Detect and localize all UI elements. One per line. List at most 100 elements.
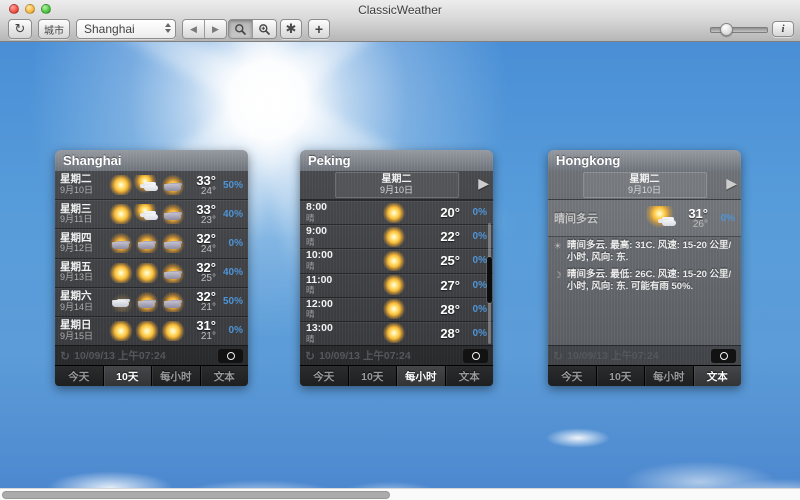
panel-tabbar: 今天 10天 每小时 文本 (548, 365, 741, 386)
hourly-row: 8:00晴 20° 0% (300, 200, 493, 224)
window-title: ClassicWeather (0, 3, 800, 17)
tab-today[interactable]: 今天 (548, 366, 596, 386)
slider-knob[interactable] (720, 23, 733, 36)
horizontal-scrollbar[interactable] (0, 488, 800, 500)
panel-tabbar: 今天 10天 每小时 文本 (300, 365, 493, 386)
day-label: 星期六 (60, 291, 106, 303)
precip-chance: 40% (216, 209, 243, 220)
tab-hourly[interactable]: 每小时 (151, 366, 200, 386)
temp-label: 27° (430, 278, 460, 293)
refresh-icon[interactable]: ↻ (60, 349, 70, 363)
tab-ten-day[interactable]: 10天 (596, 366, 645, 386)
toolbar: ↻ 城市 Shanghai ◀ ▶ ✱ (0, 18, 800, 42)
date-label: 9月15日 (60, 332, 106, 342)
weather-panel-shanghai[interactable]: Shanghai 星期二9月10日 33°24° 50% 星期三9月11日 33… (55, 150, 248, 386)
back-icon: ◀ (190, 24, 197, 35)
popup-stepper-icon (165, 23, 171, 33)
tab-text[interactable]: 文本 (200, 366, 249, 386)
precip-chance: 0% (460, 231, 487, 242)
weather-icon (382, 275, 406, 295)
gear-icon: ✱ (286, 21, 297, 37)
refresh-button[interactable]: ↻ (8, 19, 32, 39)
weather-icon (108, 321, 134, 341)
vertical-scrollbar-thumb[interactable] (487, 257, 492, 303)
zoom-out-button[interactable] (229, 20, 252, 38)
locate-icon (227, 352, 235, 360)
temp-label: 25° (430, 253, 460, 268)
info-button[interactable]: i (772, 21, 794, 37)
last-updated: 10/09/13 上午07:24 (567, 348, 659, 363)
settings-button[interactable]: ✱ (280, 19, 302, 39)
weather-icon (134, 321, 160, 341)
weather-icon (134, 233, 160, 253)
city-select[interactable]: Shanghai (76, 19, 176, 39)
weather-panel-hongkong[interactable]: Hongkong 星期二 9月10日 ▶ 晴间多云 31°26° 0% ☀ 晴间… (548, 150, 741, 386)
horizontal-scrollbar-thumb[interactable] (2, 491, 390, 499)
precip-chance: 0% (460, 207, 487, 218)
high-temp: 33° (188, 174, 216, 187)
hourly-row: 9:00晴 22° 0% (300, 224, 493, 248)
zoom-in-button[interactable] (252, 20, 276, 38)
locate-icon (720, 352, 728, 360)
hourly-rows: 8:00晴 20° 0% 9:00晴 22° 0% 10:00晴 25° 0% (300, 200, 493, 345)
panel-title[interactable]: Peking (300, 150, 493, 171)
panel-title[interactable]: Hongkong (548, 150, 741, 171)
tab-text[interactable]: 文本 (693, 366, 742, 386)
refresh-icon[interactable]: ↻ (305, 349, 315, 363)
locate-button[interactable] (218, 349, 243, 363)
precip-chance: 0% (216, 325, 243, 336)
weather-panel-peking[interactable]: Peking 星期二 9月10日 ▶ 8:00晴 20° 0% 9:00晴 (300, 150, 493, 386)
condition-label: 晴 (306, 286, 358, 295)
next-day-arrow-icon[interactable]: ▶ (478, 175, 489, 192)
weather-icon (160, 263, 186, 283)
tab-ten-day[interactable]: 10天 (103, 366, 152, 386)
day-forecast-text: ☀ 晴间多云. 最高: 31C. 风速: 15-20 公里/小时, 风向: 东. (548, 237, 741, 266)
opacity-slider[interactable] (710, 27, 768, 33)
title-bar[interactable]: ClassicWeather (0, 0, 800, 18)
weather-icon (382, 251, 406, 271)
tab-today[interactable]: 今天 (300, 366, 348, 386)
locate-button[interactable] (463, 349, 488, 363)
date-navigator-box[interactable]: 星期二 9月10日 (583, 172, 707, 198)
date-navigator-box[interactable]: 星期二 9月10日 (335, 172, 459, 198)
weather-icon (134, 263, 160, 283)
date-label: 9月14日 (60, 303, 106, 313)
add-city-button[interactable]: + (308, 19, 330, 39)
panel-footer: ↻ 10/09/13 上午07:24 (548, 345, 741, 365)
forecast-row: 星期四9月12日 32°24° 0% (55, 228, 248, 257)
temp-label: 28° (430, 326, 460, 341)
weather-icon (108, 175, 134, 195)
weather-icon (382, 299, 406, 319)
forward-button[interactable]: ▶ (204, 20, 226, 38)
tab-ten-day[interactable]: 10天 (348, 366, 397, 386)
navigation-segmented-control: ◀ ▶ (182, 19, 227, 39)
low-temp: 21° (188, 332, 216, 342)
panel-title[interactable]: Shanghai (55, 150, 248, 171)
tab-hourly[interactable]: 每小时 (644, 366, 693, 386)
weather-icon (134, 204, 160, 224)
precip-chance: 50% (216, 296, 243, 307)
low-temp: 24° (188, 187, 216, 197)
hourly-row: 12:00晴 28° 0% (300, 297, 493, 321)
condition-label: 晴 (306, 335, 358, 344)
date-navigator: 星期二 9月10日 ▶ (548, 171, 741, 200)
city-button[interactable]: 城市 (38, 19, 70, 39)
refresh-icon[interactable]: ↻ (553, 349, 563, 363)
last-updated: 10/09/13 上午07:24 (74, 348, 166, 363)
panel-title-label: Peking (308, 153, 351, 168)
next-day-arrow-icon[interactable]: ▶ (726, 175, 737, 192)
weather-icon (160, 321, 186, 341)
tab-text[interactable]: 文本 (445, 366, 494, 386)
tab-hourly[interactable]: 每小时 (396, 366, 445, 386)
day-forecast-label: 晴间多云. 最高: 31C. 风速: 15-20 公里/小时, 风向: 东. (567, 240, 735, 265)
precip-chance: 0% (460, 280, 487, 291)
locate-icon (472, 352, 480, 360)
locate-button[interactable] (711, 349, 736, 363)
date-label: 9月11日 (60, 215, 106, 225)
back-button[interactable]: ◀ (183, 20, 204, 38)
time-label: 13:00 (306, 323, 358, 335)
moon-icon: ☽ (552, 269, 563, 294)
forecast-row: 星期二9月10日 33°24° 50% (55, 171, 248, 199)
tab-today[interactable]: 今天 (55, 366, 103, 386)
high-temp: 32° (188, 232, 216, 245)
